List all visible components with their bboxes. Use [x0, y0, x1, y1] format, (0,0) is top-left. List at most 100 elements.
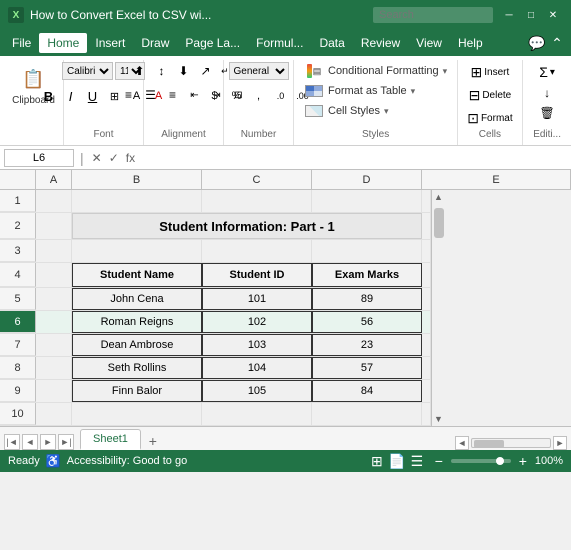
- cell-e3[interactable]: [422, 240, 431, 262]
- cell-b10[interactable]: [72, 403, 202, 425]
- cell-a8[interactable]: [36, 357, 72, 379]
- menu-insert[interactable]: Insert: [87, 33, 133, 53]
- decrease-decimal-button[interactable]: .0: [271, 87, 291, 105]
- cell-d9[interactable]: 84: [312, 380, 422, 402]
- cancel-formula-icon[interactable]: ✕: [90, 151, 104, 165]
- cell-d8[interactable]: 57: [312, 357, 422, 379]
- number-format-select[interactable]: General: [229, 62, 289, 80]
- cell-a4[interactable]: [36, 263, 72, 287]
- cell-b4[interactable]: Student Name: [72, 263, 202, 287]
- font-family-select[interactable]: Calibri: [62, 62, 113, 80]
- scroll-track[interactable]: [432, 204, 445, 412]
- cell-b5[interactable]: John Cena: [72, 288, 202, 310]
- cell-e8[interactable]: [422, 357, 431, 379]
- cell-a10[interactable]: [36, 403, 72, 425]
- align-left-button[interactable]: ≡: [119, 86, 139, 104]
- delete-cells-button[interactable]: ⊟ Delete: [466, 85, 515, 106]
- cell-styles-button[interactable]: Cell Styles ▾: [300, 102, 451, 120]
- col-header-b[interactable]: B: [72, 170, 202, 189]
- cell-d3[interactable]: [312, 240, 422, 262]
- menu-data[interactable]: Data: [311, 33, 352, 53]
- cell-a9[interactable]: [36, 380, 72, 402]
- col-header-d[interactable]: D: [312, 170, 422, 189]
- italic-button[interactable]: I: [61, 87, 81, 105]
- cell-a3[interactable]: [36, 240, 72, 262]
- cell-b8[interactable]: Seth Rollins: [72, 357, 202, 379]
- formula-input[interactable]: [141, 152, 567, 164]
- maximize-button[interactable]: □: [521, 5, 541, 25]
- cell-c4[interactable]: Student ID: [202, 263, 312, 287]
- normal-view-button[interactable]: ⊞: [368, 453, 386, 469]
- percent-button[interactable]: %: [227, 87, 247, 105]
- cell-e6[interactable]: [422, 311, 431, 333]
- cell-b1[interactable]: [72, 190, 202, 212]
- align-top-button[interactable]: ⬆: [130, 62, 150, 80]
- cell-e4[interactable]: [422, 263, 431, 287]
- align-middle-button[interactable]: ↕: [152, 62, 172, 80]
- minimize-button[interactable]: ─: [499, 5, 519, 25]
- cell-e1[interactable]: [422, 190, 431, 212]
- ribbon-collapse-icon[interactable]: ⌃: [547, 33, 567, 53]
- name-box[interactable]: [4, 149, 74, 167]
- format-cells-button[interactable]: ⊡ Format: [464, 108, 515, 129]
- scroll-thumb[interactable]: [434, 208, 444, 238]
- decrease-indent-button[interactable]: ⇤: [185, 86, 205, 104]
- menu-formulas[interactable]: Formul...: [248, 33, 311, 53]
- cell-d7[interactable]: 23: [312, 334, 422, 356]
- horizontal-scrollbar[interactable]: ◄ ►: [455, 436, 567, 450]
- cell-c6[interactable]: 102: [202, 311, 312, 333]
- menu-view[interactable]: View: [408, 33, 450, 53]
- close-button[interactable]: ✕: [543, 5, 563, 25]
- zoom-slider[interactable]: [451, 459, 511, 463]
- fill-button[interactable]: ↓: [541, 84, 553, 102]
- vertical-scrollbar[interactable]: ▲ ▼: [431, 190, 445, 426]
- cell-b6[interactable]: Roman Reigns: [72, 311, 202, 333]
- cell-d10[interactable]: [312, 403, 422, 425]
- sheet-tab-sheet1[interactable]: Sheet1: [80, 429, 141, 450]
- scroll-down-button[interactable]: ▼: [432, 412, 446, 426]
- cell-d6[interactable]: 56: [312, 311, 422, 333]
- cell-a7[interactable]: [36, 334, 72, 356]
- cell-e10[interactable]: [422, 403, 431, 425]
- select-all-button[interactable]: [0, 170, 36, 189]
- add-sheet-button[interactable]: +: [143, 432, 163, 450]
- insert-function-icon[interactable]: fx: [124, 151, 137, 165]
- currency-button[interactable]: $: [205, 87, 225, 105]
- cell-e9[interactable]: [422, 380, 431, 402]
- menu-review[interactable]: Review: [353, 33, 408, 53]
- underline-button[interactable]: U: [83, 87, 103, 105]
- page-break-view-button[interactable]: ☰: [408, 453, 426, 469]
- scroll-left-button[interactable]: ◄: [455, 436, 469, 450]
- autosum-button[interactable]: Σ ▾: [536, 62, 558, 82]
- cell-e7[interactable]: [422, 334, 431, 356]
- align-right-button[interactable]: ≡: [163, 86, 183, 104]
- cell-b7[interactable]: Dean Ambrose: [72, 334, 202, 356]
- conditional-formatting-button[interactable]: ▤ Conditional Formatting ▾: [300, 62, 451, 80]
- cell-b9[interactable]: Finn Balor: [72, 380, 202, 402]
- cell-c1[interactable]: [202, 190, 312, 212]
- menu-draw[interactable]: Draw: [133, 33, 177, 53]
- menu-help[interactable]: Help: [450, 33, 491, 53]
- cell-e5[interactable]: [422, 288, 431, 310]
- cell-a2[interactable]: [36, 213, 72, 239]
- align-bottom-button[interactable]: ⬇: [174, 62, 194, 80]
- cell-b3[interactable]: [72, 240, 202, 262]
- bold-button[interactable]: B: [39, 87, 59, 105]
- col-header-e[interactable]: E: [422, 170, 571, 189]
- tab-next-button[interactable]: ►: [40, 434, 56, 450]
- comma-button[interactable]: ,: [249, 87, 269, 105]
- tab-prev-button[interactable]: ◄: [22, 434, 38, 450]
- menu-file[interactable]: File: [4, 33, 39, 53]
- cell-a1[interactable]: [36, 190, 72, 212]
- menu-home[interactable]: Home: [39, 33, 87, 53]
- menu-pagelayout[interactable]: Page La...: [177, 33, 248, 53]
- tab-first-button[interactable]: |◄: [4, 434, 20, 450]
- scroll-up-button[interactable]: ▲: [432, 190, 446, 204]
- cell-a5[interactable]: [36, 288, 72, 310]
- title-search-input[interactable]: [373, 7, 493, 23]
- zoom-out-button[interactable]: −: [430, 453, 448, 469]
- col-header-a[interactable]: A: [36, 170, 72, 189]
- zoom-in-button[interactable]: +: [514, 453, 532, 469]
- tab-last-button[interactable]: ►|: [58, 434, 74, 450]
- cell-d4[interactable]: Exam Marks: [312, 263, 422, 287]
